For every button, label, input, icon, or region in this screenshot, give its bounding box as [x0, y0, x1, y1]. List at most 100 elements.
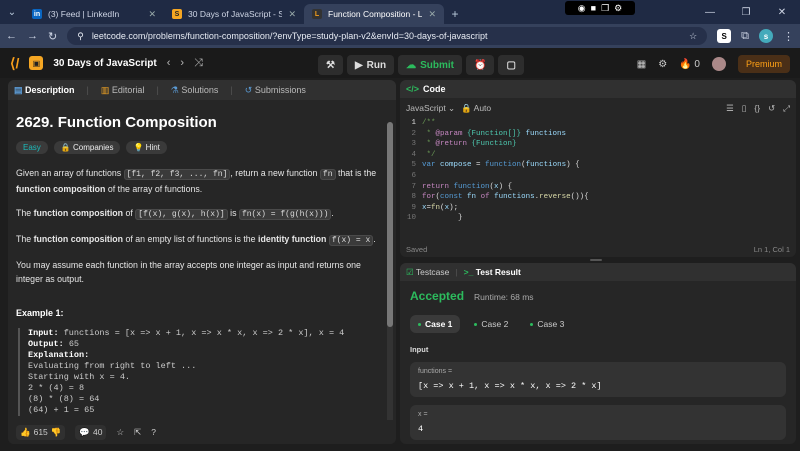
example-explanation: Explanation:: [28, 350, 90, 360]
inline-code: [f1, f2, f3, ..., fn]: [123, 169, 231, 180]
video-icon[interactable]: ■: [591, 3, 596, 13]
problem-tabs: ▤ Description | ▥ Editorial | ⚗ Solution…: [8, 80, 396, 100]
tab-label: Description: [25, 84, 75, 95]
editor-status: Saved Ln 1, Col 1: [406, 245, 790, 254]
inline-code: fn: [319, 169, 336, 180]
case-1-tab[interactable]: Case 1: [410, 315, 461, 333]
next-problem-icon[interactable]: ›: [180, 57, 184, 69]
run-label: Run: [366, 59, 387, 71]
star-icon[interactable]: ☆: [116, 427, 124, 438]
paragraph-1: Given an array of functions [f1, f2, f3,…: [16, 168, 377, 194]
explanation-line: (64) + 1 = 65: [28, 405, 95, 415]
user-avatar[interactable]: [711, 57, 726, 71]
close-icon[interactable]: ✕: [428, 9, 436, 20]
study-plan-title[interactable]: 30 Days of JavaScript: [53, 58, 156, 69]
browser-menu-icon[interactable]: ⋮: [783, 30, 794, 43]
new-tab-button[interactable]: +: [444, 4, 466, 24]
timer-button[interactable]: ⏰: [466, 55, 495, 75]
notes-button[interactable]: ▢: [498, 55, 524, 75]
problem-description: 2629. Function Composition Easy 🔒 Compan…: [8, 100, 396, 420]
pass-dot: [474, 322, 478, 326]
scrollbar-thumb[interactable]: [387, 122, 393, 327]
panel-resize-handle[interactable]: [590, 259, 602, 261]
hint-chip[interactable]: 💡 Hint: [126, 141, 167, 154]
submit-button[interactable]: ☁ Submit: [398, 55, 463, 75]
case-3-tab[interactable]: Case 3: [522, 315, 572, 333]
back-icon[interactable]: ←: [6, 30, 17, 42]
thumbs-up-icon: 👍: [20, 426, 31, 437]
address-bar[interactable]: ⚲ leetcode.com/problems/function-composi…: [67, 27, 708, 45]
debug-button[interactable]: ⚒: [318, 55, 343, 75]
fullscreen-icon[interactable]: ⤢: [783, 103, 790, 114]
share-icon[interactable]: ⇱: [134, 427, 141, 438]
close-window-icon[interactable]: ✕: [764, 7, 800, 18]
tab-editorial[interactable]: ▥ Editorial: [101, 85, 145, 96]
like-button[interactable]: 👍 615 👎: [16, 424, 66, 440]
tab-search-icon[interactable]: ⌄: [0, 0, 24, 24]
restore-icon[interactable]: ❐: [728, 7, 764, 18]
flask-icon: ⚗: [170, 84, 179, 95]
format-icon[interactable]: ☰: [726, 103, 734, 114]
extension-s-icon[interactable]: S: [717, 29, 732, 43]
explanation-line: Starting with x = 4.: [28, 372, 131, 382]
example-title: Example 1:: [16, 308, 64, 318]
help-icon[interactable]: ?: [151, 427, 156, 437]
case-2-tab[interactable]: Case 2: [466, 315, 516, 333]
header-right: ▦ ⚙ 🔥 0 Premium: [637, 55, 790, 73]
profile-avatar[interactable]: s: [759, 29, 773, 43]
braces-icon[interactable]: {}: [754, 103, 760, 114]
description-scrollbar[interactable]: [387, 122, 393, 420]
shuffle-icon[interactable]: ⤨: [194, 57, 203, 70]
code-icon: </>: [406, 84, 420, 94]
input-key: x =: [418, 411, 428, 418]
browser-tab-linkedin[interactable]: in (3) Feed | LinkedIn ✕: [24, 4, 164, 24]
code-panel: </> Code JavaScript ⌄ 🔒 Auto ☰ ▯ {} ↺ ⤢ 1/** …: [400, 80, 796, 257]
inline-code: f(x) = x: [328, 235, 374, 246]
input-functions: functions = [x => x + 1, x => x * x, x =…: [410, 362, 786, 397]
close-icon[interactable]: ✕: [148, 9, 156, 20]
bookmark-star-icon[interactable]: ☆: [689, 31, 697, 42]
comments-button[interactable]: 💬 40: [75, 424, 107, 440]
notification-icon[interactable]: 🔥 0: [679, 59, 700, 70]
bookmark-icon[interactable]: ▯: [742, 103, 747, 114]
reload-icon[interactable]: ↻: [48, 30, 57, 43]
runtime: Runtime: 68 ms: [474, 292, 534, 302]
example-output: Output: 65: [28, 339, 80, 349]
tab-label: Submissions: [254, 84, 306, 95]
forward-icon[interactable]: →: [27, 30, 38, 42]
browser-tab-study-plan[interactable]: S 30 Days of JavaScript - Study P ✕: [164, 4, 304, 24]
tab-test-result[interactable]: >_ Test Result: [464, 267, 521, 277]
site-info-icon[interactable]: ⚲: [77, 31, 84, 42]
accepted-status: Accepted: [410, 289, 465, 303]
copy-icon[interactable]: ❐: [601, 3, 609, 14]
description-icon: ▤: [14, 84, 23, 95]
gear-icon[interactable]: ⚙: [614, 3, 622, 14]
leetcode-logo-icon[interactable]: ⟨/: [10, 55, 19, 72]
tab-testcase[interactable]: ☑ Testcase: [406, 267, 449, 278]
code-panel-title: Code: [423, 84, 446, 94]
chip-label: Hint: [145, 143, 160, 152]
companies-chip[interactable]: 🔒 Companies: [53, 141, 121, 154]
problem-title[interactable]: 2629. Function Composition: [16, 114, 388, 131]
settings-icon[interactable]: ⚙: [658, 59, 667, 70]
auto-mode[interactable]: 🔒 Auto: [461, 103, 491, 114]
study-plan-icon: S: [172, 9, 182, 19]
prev-problem-icon[interactable]: ‹: [167, 57, 171, 69]
camera-icon[interactable]: ◉: [578, 3, 586, 14]
tab-description[interactable]: ▤ Description: [14, 85, 75, 96]
reset-icon[interactable]: ↺: [768, 103, 775, 114]
paragraph-2: The function composition of [f(x), g(x),…: [16, 208, 334, 220]
premium-button[interactable]: Premium: [737, 55, 790, 73]
extensions-icon[interactable]: ⧉: [741, 30, 749, 43]
tab-solutions[interactable]: ⚗ Solutions: [171, 85, 219, 96]
close-icon[interactable]: ✕: [288, 9, 296, 20]
comment-count: 40: [92, 427, 103, 437]
inline-code: fn(x) = f(g(h(x))): [238, 209, 332, 220]
language-select[interactable]: JavaScript ⌄: [406, 103, 455, 114]
browser-tab-function-composition[interactable]: L Function Composition - LeetCo ✕: [304, 4, 444, 24]
layout-icon[interactable]: ▦: [637, 59, 646, 70]
tab-submissions[interactable]: ↺ Submissions: [245, 85, 306, 96]
code-editor[interactable]: 1/** 2 * @param {Function[]} functions 3…: [400, 118, 796, 224]
run-button[interactable]: ▶ Run: [346, 55, 395, 75]
minimize-icon[interactable]: —: [692, 7, 728, 18]
